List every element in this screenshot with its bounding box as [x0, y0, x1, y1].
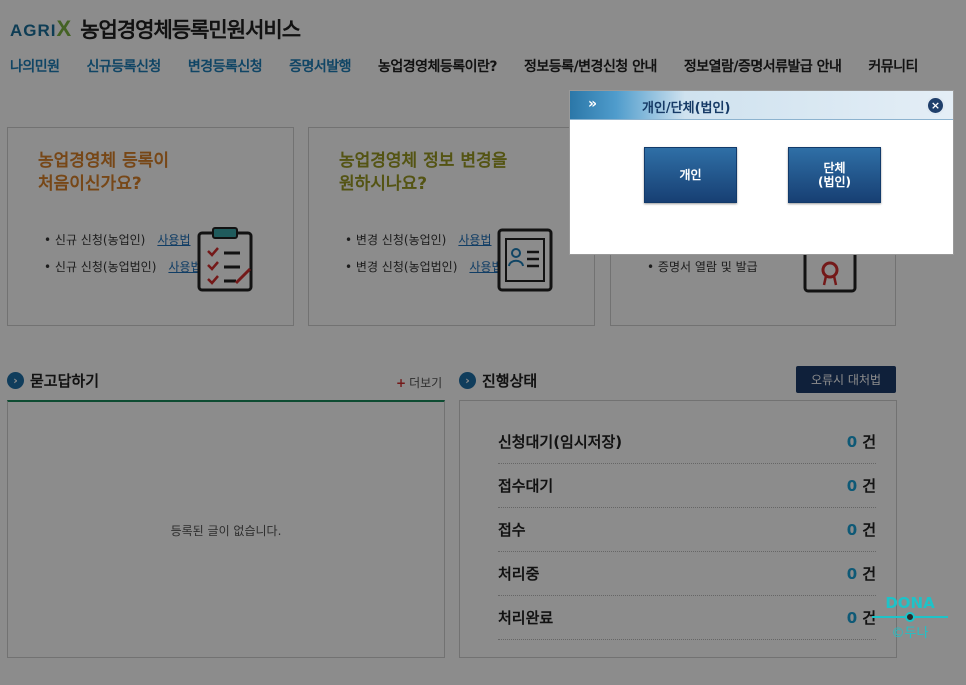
dialog-title: 개인/단체(법인) [642, 101, 731, 116]
watermark-title: DONA [885, 594, 935, 612]
type-select-dialog: » 개인/단체(법인) × 개인 단체 (법인) [569, 90, 954, 255]
close-button[interactable]: × [926, 96, 945, 115]
dialog-header: » 개인/단체(법인) × [570, 91, 953, 120]
watermark: DONA ©두나 [872, 594, 948, 641]
group-corporation-button[interactable]: 단체 (법인) [788, 147, 881, 203]
double-chevron-icon: » [588, 96, 598, 112]
individual-button[interactable]: 개인 [644, 147, 737, 203]
watermark-line [872, 612, 948, 622]
watermark-sub: ©두나 [891, 626, 929, 641]
